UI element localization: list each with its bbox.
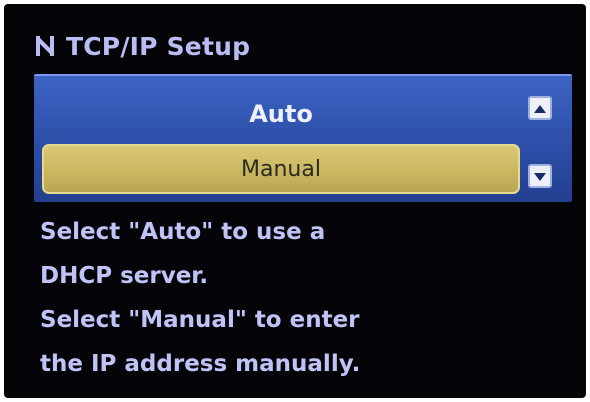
scroll-down-button[interactable] [528,164,552,188]
option-list-panel: Auto Manual [34,74,572,202]
help-line: the IP address manually. [40,351,361,377]
help-text: Select "Auto" to use a DHCP server. Sele… [40,210,560,386]
page-title: TCP/IP Setup [66,31,251,61]
title-bar: TCP/IP Setup [34,26,250,66]
triangle-down-icon [533,167,547,186]
help-line: DHCP server. [40,263,209,289]
triangle-up-icon [533,99,547,118]
help-line: Select "Manual" to enter [40,307,360,333]
option-auto[interactable]: Auto [42,88,520,140]
option-manual-label: Manual [241,156,321,182]
option-list: Auto Manual [42,88,520,194]
help-line: Select "Auto" to use a [40,219,326,245]
lcd-screen: TCP/IP Setup Auto Manual Select "Auto" t… [4,4,586,398]
option-manual[interactable]: Manual [42,144,520,194]
device-frame: TCP/IP Setup Auto Manual Select "Auto" t… [0,0,590,402]
option-auto-label: Auto [249,100,313,128]
network-icon [34,34,56,58]
scroll-up-button[interactable] [528,96,552,120]
